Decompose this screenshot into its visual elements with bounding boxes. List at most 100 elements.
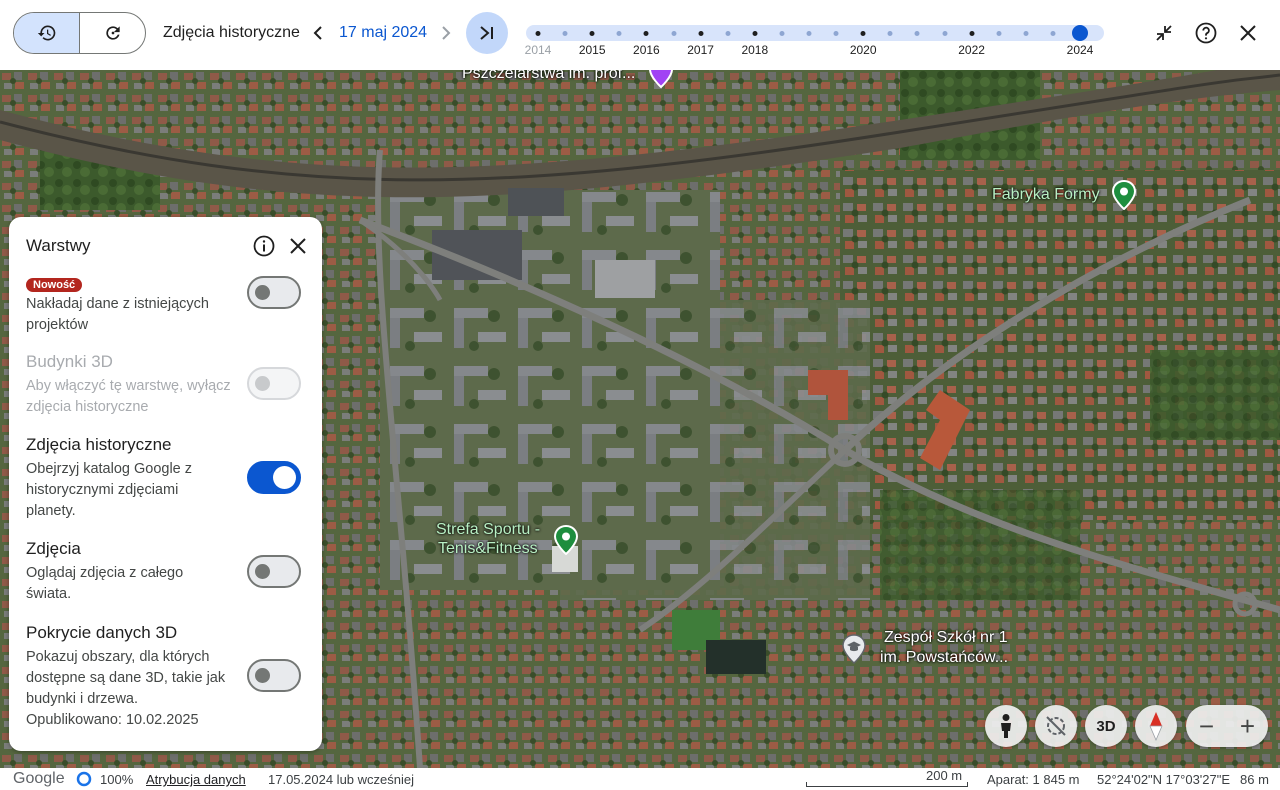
timeline-tick[interactable] (725, 31, 731, 36)
scale-label: 200 m (926, 768, 963, 783)
layer-3d-coverage-description: Pokazuj obszary, dla których dostępne są… (26, 649, 226, 728)
timeline-year-label[interactable]: 2018 (741, 43, 768, 57)
timeline-tick[interactable] (752, 31, 758, 36)
elevation: 86 m (1240, 772, 1269, 787)
zoom-controls: − + (1186, 705, 1268, 747)
coordinates: 52°24'02"N 17°03'27"E (1097, 772, 1231, 787)
layer-3d-coverage: Pokrycie danych 3D Pokazuj obszary, dla … (26, 622, 236, 731)
tilt-off-icon (1046, 716, 1066, 736)
map-label-school-line2[interactable]: im. Powstańców... (880, 648, 1008, 667)
timeline-tick[interactable] (996, 31, 1002, 36)
data-attribution-link[interactable]: Atrybucja danych (146, 772, 246, 787)
help-icon (1195, 22, 1217, 44)
timeline-year-label[interactable]: 2015 (579, 43, 606, 57)
layer-3d-buildings: Budynki 3D Aby włączyć tę warstwę, wyłąc… (26, 351, 236, 418)
toggle-3d-buildings[interactable] (247, 367, 301, 400)
history-mode-button[interactable] (14, 13, 80, 53)
toggle-3d-coverage[interactable] (247, 659, 301, 692)
toggle-project-overlay[interactable] (247, 276, 301, 309)
layer-3d-buildings-description: Aby włączyć tę warstwę, wyłącz zdjęcia h… (26, 378, 231, 415)
timeline-year-label[interactable]: 2024 (1067, 43, 1094, 57)
timeline-year-label[interactable]: 2022 (958, 43, 985, 57)
skip-to-latest-button[interactable] (466, 12, 508, 54)
layer-3d-buildings-title: Budynki 3D (26, 352, 113, 371)
new-badge: Nowość (26, 278, 83, 292)
tilt-toggle-button[interactable] (1035, 705, 1077, 747)
timeline-tick[interactable] (914, 31, 920, 36)
skip-to-end-icon (480, 26, 493, 40)
google-logo: Google (13, 770, 65, 787)
timeline-tick[interactable] (1023, 31, 1029, 36)
toggle-historical-imagery[interactable] (247, 461, 301, 494)
timeline-tick[interactable] (616, 31, 622, 36)
chevron-left-icon (313, 26, 322, 40)
timeline-tick[interactable] (698, 31, 704, 36)
timeline-tick[interactable] (833, 31, 839, 36)
timeline-tick[interactable] (671, 31, 676, 36)
next-date-button[interactable] (437, 22, 455, 44)
timeline-tick[interactable] (806, 31, 812, 36)
timeline-year-label[interactable]: 2017 (687, 43, 714, 57)
view-3d-button[interactable]: 3D (1085, 705, 1127, 747)
timeline-year-label[interactable]: 2016 (633, 43, 660, 57)
zoom-out-button[interactable]: − (1186, 705, 1227, 747)
timeline-tick[interactable] (779, 31, 785, 36)
map-pin-school-icon[interactable] (841, 634, 867, 664)
zoom-in-button[interactable]: + (1227, 705, 1268, 747)
help-button[interactable] (1193, 20, 1219, 46)
previous-date-button[interactable] (309, 22, 327, 44)
map-pin-sport-icon[interactable] (553, 525, 579, 555)
reset-mode-button[interactable] (80, 13, 145, 53)
timeline-tick[interactable] (1050, 31, 1056, 36)
timeline-tick[interactable] (887, 31, 893, 36)
exit-historical-button[interactable] (1151, 20, 1177, 46)
timeline-year-label[interactable]: 2020 (850, 43, 877, 57)
pegman-icon (1001, 714, 1011, 738)
timeline-tick[interactable] (535, 31, 541, 36)
compass-button[interactable] (1135, 705, 1177, 747)
scale-bar (806, 782, 968, 787)
map-label-sport-line2[interactable]: Tenis&Fitness (438, 539, 538, 558)
map-label-factory[interactable]: Fabryka Formy (992, 185, 1100, 204)
historical-imagery-title: Zdjęcia historyczne (163, 24, 300, 41)
close-icon (1240, 25, 1256, 41)
map-label-top-place[interactable]: Pszczelarstwa im. prof... (462, 70, 635, 83)
layer-3d-coverage-title: Pokrycie danych 3D (26, 623, 178, 642)
close-historical-button[interactable] (1235, 20, 1261, 46)
layer-photos-description: Oglądaj zdjęcia z całego świata. (26, 565, 184, 602)
timeline-slider[interactable]: 2014 2015 2016 2017 2018 2020 2022 2024 (525, 22, 1104, 57)
map-label-school-line1[interactable]: Zespół Szkół nr 1 (884, 628, 1008, 647)
chevron-right-icon (442, 26, 451, 40)
timeline-tick[interactable] (860, 31, 866, 36)
info-icon[interactable] (252, 234, 276, 258)
refresh-icon (105, 26, 120, 40)
load-progress: 100% (100, 772, 134, 787)
map-label-sport-line1[interactable]: Strefa Sportu - (436, 520, 540, 539)
layer-historical-imagery-title: Zdjęcia historyczne (26, 435, 172, 454)
layer-historical-imagery-description: Obejrzyj katalog Google z historycznymi … (26, 461, 193, 519)
top-toolbar: Zdjęcia historyczne 17 maj 2024 2014 2015… (0, 0, 1280, 70)
timeline-track[interactable] (526, 25, 1104, 41)
toggle-photos[interactable] (247, 555, 301, 588)
layer-historical-imagery: Zdjęcia historyczne Obejrzyj katalog Goo… (26, 434, 236, 522)
timeline-tick[interactable] (562, 31, 568, 36)
map-pin-factory-icon[interactable] (1111, 180, 1137, 210)
layer-photos-title: Zdjęcia (26, 539, 81, 558)
timeline-tick[interactable] (589, 31, 595, 36)
current-date-label[interactable]: 17 maj 2024 (339, 24, 427, 42)
status-bar: Google 100% Atrybucja danych 17.05.2024 … (0, 768, 1280, 790)
timeline-tick[interactable] (1072, 25, 1088, 41)
imagery-mode-toggle (13, 12, 146, 54)
layer-project-overlay: Nowość Nakładaj dane z istniejących proj… (26, 275, 236, 336)
layer-photos: Zdjęcia Oglądaj zdjęcia z całego świata. (26, 538, 236, 605)
history-icon (37, 25, 55, 41)
timeline-tick[interactable] (969, 31, 975, 36)
map-pin-top-place-icon[interactable] (648, 70, 674, 88)
timeline-tick[interactable] (643, 31, 649, 36)
timeline-tick[interactable] (942, 31, 947, 36)
camera-altitude: Aparat: 1 845 m (987, 772, 1080, 787)
street-view-button[interactable] (985, 705, 1027, 747)
loading-progress-icon (76, 771, 92, 787)
timeline-year-label[interactable]: 2014 (525, 43, 552, 57)
close-panel-icon[interactable] (286, 234, 310, 258)
